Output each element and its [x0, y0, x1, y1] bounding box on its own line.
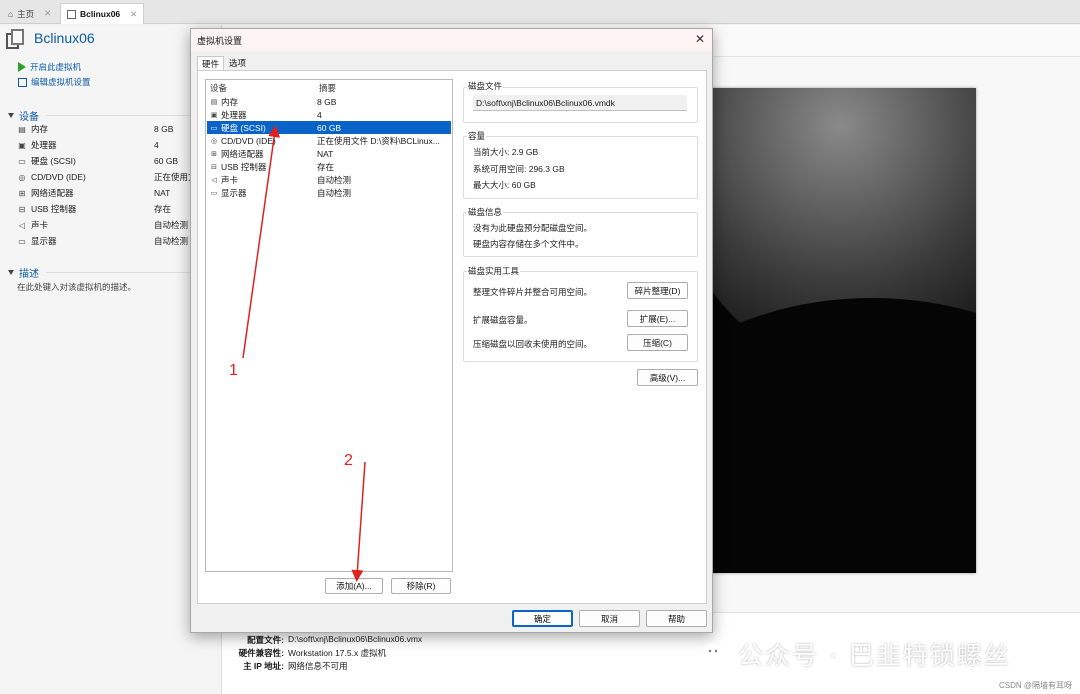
- tab-options[interactable]: 选项: [225, 56, 250, 70]
- column-header-device[interactable]: 设备: [210, 82, 227, 94]
- chevron-down-icon: [8, 270, 14, 275]
- display-icon: ▭: [18, 236, 26, 246]
- disk-icon: ▭: [18, 156, 26, 166]
- device-row-usb[interactable]: ⊟ USB 控制器 存在: [207, 160, 451, 173]
- available-space: 系统可用空间: 296.3 GB: [473, 164, 565, 174]
- compact-button[interactable]: 压缩(C): [627, 334, 688, 351]
- add-button[interactable]: 添加(A)...: [325, 578, 383, 594]
- edit-settings-link[interactable]: 编辑虚拟机设置: [18, 76, 91, 88]
- disk-file-path[interactable]: D:\soft\xnj\Bclinux06\Bclinux06.vmdk: [473, 95, 687, 111]
- disk-info-line1: 没有为此硬盘预分配磁盘空间。: [473, 223, 593, 233]
- close-icon[interactable]: ✕: [695, 32, 705, 46]
- usb-icon: ⊟: [18, 204, 26, 214]
- chevron-down-icon: [8, 113, 14, 118]
- tab-bar: [0, 0, 1080, 24]
- power-on-link[interactable]: 开启此虚拟机: [18, 61, 81, 73]
- current-size: 当前大小: 2.9 GB: [473, 147, 539, 157]
- detail-config-file: 配置文件: D:\soft\xnj\Bclinux06\Bclinux06.vm…: [247, 634, 423, 645]
- max-size: 最大大小: 60 GB: [473, 180, 536, 190]
- vm-settings-dialog: 虚拟机设置 ✕ 硬件 选项 设备 摘要 ▤ 内存 8 GB ▣ 处理器 4 ▭ …: [190, 28, 713, 633]
- network-icon: ⊞: [211, 150, 217, 158]
- defragment-button[interactable]: 碎片整理(D): [627, 282, 688, 299]
- usb-icon: ⊟: [211, 163, 217, 171]
- vm-icon: [6, 29, 25, 50]
- ok-button[interactable]: 确定: [512, 610, 573, 627]
- cancel-button[interactable]: 取消: [579, 610, 640, 627]
- settings-icon: [18, 77, 27, 87]
- watermark: 公众号 · 巴韭特锁螺丝: [702, 636, 1011, 672]
- network-icon: ⊞: [18, 188, 26, 198]
- memory-icon: ▤: [210, 98, 218, 106]
- disk-utilities-title: 磁盘实用工具: [467, 265, 521, 277]
- tab-vm[interactable]: Bclinux06 ✕: [60, 3, 145, 24]
- remove-button[interactable]: 移除(R): [391, 578, 451, 594]
- speaker-icon: ◁: [211, 176, 217, 184]
- cpu-icon: ▣: [210, 111, 218, 119]
- device-list[interactable]: 设备 摘要 ▤ 内存 8 GB ▣ 处理器 4 ▭ 硬盘 (SCSI) 60 G…: [205, 79, 453, 572]
- compact-text: 压缩磁盘以回收未使用的空间。: [473, 339, 593, 349]
- play-icon: [18, 62, 26, 72]
- disk-info-line2: 硬盘内容存储在多个文件中。: [473, 239, 584, 249]
- expand-text: 扩展磁盘容量。: [473, 315, 533, 325]
- column-header-summary[interactable]: 摘要: [319, 82, 336, 94]
- dialog-titlebar[interactable]: 虚拟机设置: [191, 29, 712, 51]
- cd-icon: ◎: [18, 172, 26, 182]
- defrag-text: 整理文件碎片并整合可用空间。: [473, 287, 593, 297]
- home-icon: ⌂: [8, 8, 14, 19]
- device-row-cd[interactable]: ◎ CD/DVD (IDE) 正在使用文件 D:\资料\BCLinux...: [207, 134, 451, 147]
- vm-icon: [67, 9, 76, 19]
- device-row-display[interactable]: ▭ 显示器 自动检测: [207, 186, 451, 199]
- device-row-sound[interactable]: ◁ 声卡 自动检测: [207, 173, 451, 186]
- disk-file-title: 磁盘文件: [467, 80, 504, 92]
- device-row-disk[interactable]: ▭ 硬盘 (SCSI) 60 GB: [207, 121, 451, 134]
- description-section-header[interactable]: 描述: [8, 265, 39, 280]
- description-text[interactable]: 在此处键入对该虚拟机的描述。: [17, 281, 136, 293]
- vm-screen-preview[interactable]: [712, 88, 976, 573]
- capacity-title: 容量: [467, 130, 487, 142]
- detail-compatibility: 硬件兼容性: Workstation 17.5.x 虚拟机: [238, 648, 387, 658]
- wechat-icon: [703, 644, 728, 664]
- csdn-credit: CSDN @隔墙有耳呀: [998, 681, 1072, 690]
- disk-info-title: 磁盘信息: [467, 206, 504, 218]
- screen-shadow: [712, 298, 976, 573]
- advanced-button[interactable]: 高级(V)...: [637, 369, 698, 386]
- annotation-label-2: 2: [344, 452, 353, 469]
- vm-title: Bclinux06: [34, 30, 95, 46]
- disk-info-group: [463, 212, 698, 257]
- device-row-cpu[interactable]: ▣ 处理器 4: [207, 108, 451, 121]
- detail-ip: 主 IP 地址: 网络信息不可用: [243, 661, 348, 671]
- disk-icon: ▭: [210, 124, 218, 132]
- close-icon[interactable]: ✕: [130, 9, 137, 20]
- speaker-icon: ◁: [18, 220, 26, 230]
- tab-home[interactable]: ⌂ 主页 ✕: [2, 3, 57, 24]
- tab-hardware[interactable]: 硬件: [197, 56, 225, 70]
- cpu-icon: ▣: [18, 140, 26, 150]
- memory-icon: ▤: [18, 124, 26, 134]
- close-icon[interactable]: ✕: [44, 8, 51, 19]
- annotation-label-1: 1: [229, 362, 238, 379]
- help-button[interactable]: 帮助: [646, 610, 707, 627]
- display-icon: ▭: [210, 189, 218, 197]
- cd-icon: ◎: [210, 137, 218, 145]
- device-row-network[interactable]: ⊞ 网络适配器 NAT: [207, 147, 451, 160]
- expand-button[interactable]: 扩展(E)...: [627, 310, 688, 327]
- device-row-memory[interactable]: ▤ 内存 8 GB: [207, 95, 451, 108]
